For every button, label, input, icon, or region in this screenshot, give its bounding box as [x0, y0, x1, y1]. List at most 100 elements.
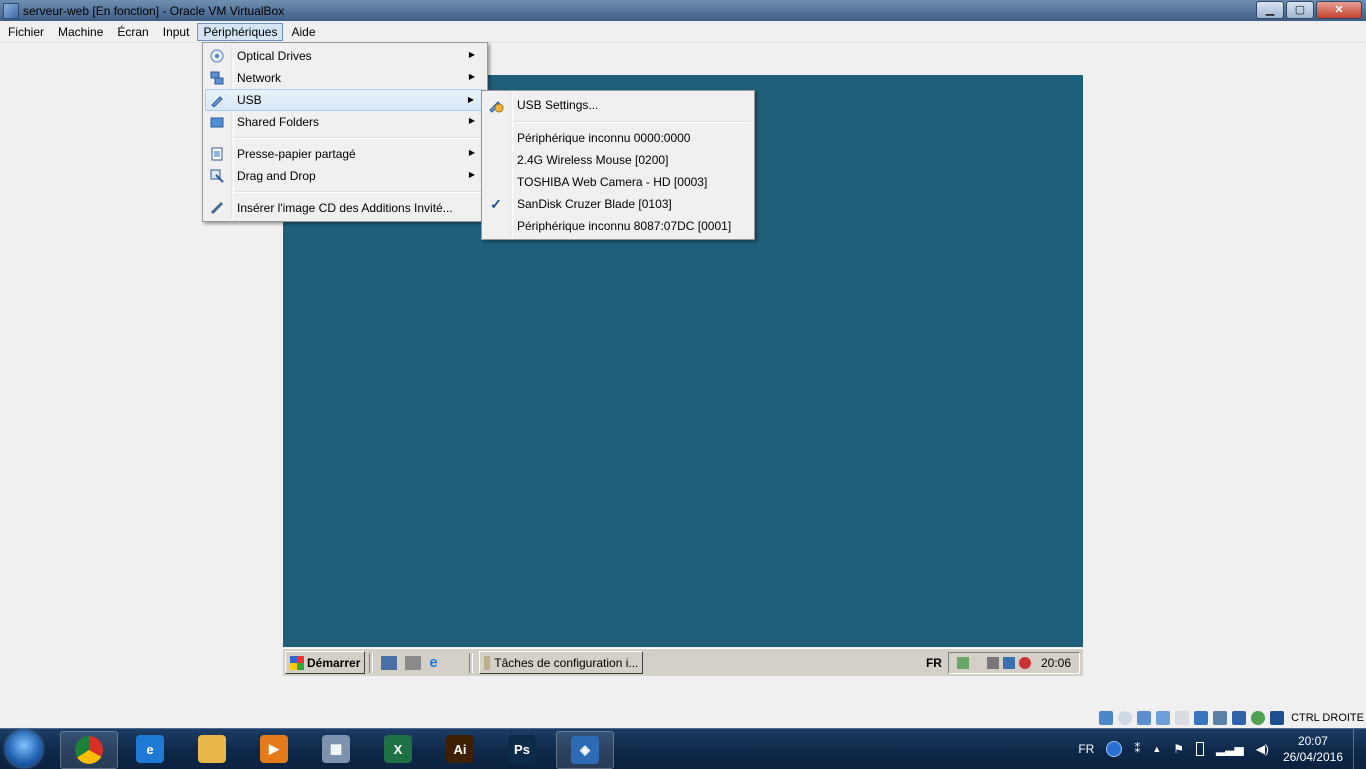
- monitor-tray-icon[interactable]: [1002, 656, 1015, 669]
- keyboard-capture-icon[interactable]: [1270, 711, 1285, 725]
- menu-separator: [235, 137, 483, 139]
- host-system-tray: FR ⁑ ▲ ⚑ ▂▃▅ ◀) 20:07 26/04/2016: [1072, 729, 1366, 769]
- desktop-icon[interactable]: [381, 655, 398, 670]
- close-button[interactable]: ✕: [1316, 1, 1362, 19]
- illustrator-icon: Ai: [446, 735, 474, 763]
- taskbar-photoshop-button[interactable]: Ps: [494, 731, 550, 767]
- optical-drive-icon: [209, 48, 225, 64]
- menu-item-optical-drives[interactable]: Optical Drives ▶: [203, 45, 487, 67]
- wifi-signal-icon[interactable]: ▂▃▅: [1216, 742, 1244, 756]
- network-status-icon[interactable]: [1137, 711, 1152, 725]
- drag-drop-icon: [209, 168, 225, 184]
- usb-device-item[interactable]: Périphérique inconnu 0000:0000: [482, 127, 754, 149]
- start-orb-button[interactable]: [6, 731, 42, 767]
- vm-status-bar: CTRL DROITE: [1099, 708, 1366, 728]
- menu-bar: Fichier Machine Écran Input Périphérique…: [0, 21, 1366, 43]
- optical-drive-status-icon[interactable]: [1118, 711, 1133, 725]
- battery-icon[interactable]: [1196, 742, 1205, 756]
- battery-tray-icon[interactable]: [986, 656, 999, 669]
- server-manager-icon[interactable]: [405, 655, 422, 670]
- host-taskbar: e ▶ ▦ X Ai Ps ◈ FR ⁑ ▲ ⚑ ▂▃▅ ◀) 20:07 26/04/20…: [0, 728, 1366, 769]
- menu-item-usb-settings[interactable]: USB Settings...: [482, 93, 754, 117]
- maximize-button[interactable]: ▢: [1286, 1, 1314, 19]
- window-titlebar: serveur-web [En fonction] - Oracle VM Vi…: [0, 0, 1366, 21]
- window-title: serveur-web [En fonction] - Oracle VM Vi…: [23, 3, 285, 18]
- menu-item-shared-folders[interactable]: Shared Folders ▶: [203, 111, 487, 133]
- cpu-status-icon[interactable]: [1232, 711, 1247, 725]
- minimize-button[interactable]: ▁: [1256, 1, 1284, 19]
- taskbar-calculator-button[interactable]: ▦: [308, 731, 364, 767]
- window-controls: ▁ ▢ ✕: [1256, 1, 1362, 19]
- speaker-muted-icon[interactable]: [1018, 656, 1031, 669]
- photoshop-icon: Ps: [508, 735, 536, 763]
- usb-status-icon[interactable]: [1156, 711, 1171, 725]
- usb-device-item[interactable]: TOSHIBA Web Camera - HD [0003]: [482, 171, 754, 193]
- clipboard-icon: [209, 146, 225, 162]
- usb-settings-icon: [488, 97, 504, 113]
- taskbar-illustrator-button[interactable]: Ai: [432, 731, 488, 767]
- chrome-icon: [75, 736, 103, 764]
- shared-folder-status-icon[interactable]: [1175, 711, 1190, 725]
- media-player-icon: ▶: [260, 735, 288, 763]
- separator: [369, 652, 374, 673]
- menu-file[interactable]: Fichier: [2, 23, 50, 41]
- virtualbox-icon: ◈: [571, 736, 599, 764]
- host-language[interactable]: FR: [1078, 742, 1094, 756]
- usb-device-item-checked[interactable]: ✓ SanDisk Cruzer Blade [0103]: [482, 193, 754, 215]
- network-tray-icon[interactable]: [956, 656, 969, 669]
- virtualbox-icon: [3, 2, 19, 19]
- display-status-icon[interactable]: [1194, 711, 1209, 725]
- explorer-icon: [198, 735, 226, 763]
- guest-language[interactable]: FR: [920, 656, 948, 670]
- network-icon: [209, 70, 225, 86]
- menu-help[interactable]: Aide: [285, 23, 321, 41]
- separator: [469, 652, 474, 673]
- submenu-arrow-icon: ▶: [467, 95, 474, 104]
- usb-device-item[interactable]: 2.4G Wireless Mouse [0200]: [482, 149, 754, 171]
- guest-start-label: Démarrer: [307, 655, 361, 670]
- calculator-icon: ▦: [322, 735, 350, 763]
- action-center-flag-icon[interactable]: ⚑: [1173, 742, 1184, 756]
- taskbar-internet-explorer-button[interactable]: e: [122, 731, 178, 767]
- show-desktop-button[interactable]: [1353, 729, 1366, 769]
- submenu-arrow-icon: ▶: [468, 148, 475, 157]
- menu-machine[interactable]: Machine: [52, 23, 109, 41]
- guest-start-button[interactable]: Démarrer: [285, 651, 366, 674]
- help-icon[interactable]: [1106, 741, 1123, 757]
- show-hidden-icons-icon[interactable]: ▲: [1152, 744, 1161, 754]
- menu-item-network[interactable]: Network ▶: [203, 67, 487, 89]
- menu-item-guest-additions[interactable]: Insérer l'image CD des Additions Invité.…: [203, 197, 487, 219]
- host-key-label: CTRL DROITE: [1291, 712, 1364, 724]
- menu-item-usb[interactable]: USB ▶: [205, 89, 485, 111]
- video-capture-icon[interactable]: [1213, 711, 1228, 725]
- usb-submenu: USB Settings... Périphérique inconnu 000…: [481, 90, 755, 240]
- guest-task-label: Tâches de configuration i...: [494, 655, 639, 670]
- taskbar-chrome-button[interactable]: [60, 731, 118, 769]
- mouse-integration-icon[interactable]: [1251, 711, 1266, 725]
- excel-icon: X: [384, 735, 412, 763]
- submenu-arrow-icon: ▶: [468, 116, 475, 125]
- guest-tray: 20:06: [947, 651, 1080, 674]
- host-clock[interactable]: 20:07 26/04/2016: [1283, 733, 1343, 765]
- taskbar-virtualbox-button[interactable]: ◈: [556, 731, 614, 769]
- menu-input[interactable]: Input: [157, 23, 196, 41]
- devices-menu: Optical Drives ▶ Network ▶ USB ▶ Shared …: [202, 42, 488, 222]
- menu-screen[interactable]: Écran: [111, 23, 154, 41]
- taskbar-media-player-button[interactable]: ▶: [246, 731, 302, 767]
- taskbar-explorer-button[interactable]: [184, 731, 240, 767]
- usb-icon: [209, 92, 225, 108]
- submenu-arrow-icon: ▶: [468, 72, 475, 81]
- pen-icon[interactable]: ⁑: [1134, 742, 1140, 756]
- taskbar-excel-button[interactable]: X: [370, 731, 426, 767]
- ie-icon[interactable]: e: [429, 655, 445, 670]
- volume-icon[interactable]: ◀): [1256, 742, 1269, 756]
- submenu-arrow-icon: ▶: [468, 50, 475, 59]
- menu-item-shared-clipboard[interactable]: Presse-papier partagé ▶: [203, 143, 487, 165]
- usb-device-item[interactable]: Périphérique inconnu 8087:07DC [0001]: [482, 215, 754, 237]
- menu-item-drag-drop[interactable]: Drag and Drop ▶: [203, 165, 487, 187]
- menu-separator: [514, 121, 750, 123]
- menu-devices[interactable]: Périphériques: [197, 22, 284, 41]
- guest-task-button[interactable]: Tâches de configuration i...: [479, 651, 644, 674]
- checkmark-icon: ✓: [490, 195, 502, 212]
- hard-disk-icon[interactable]: [1099, 711, 1114, 725]
